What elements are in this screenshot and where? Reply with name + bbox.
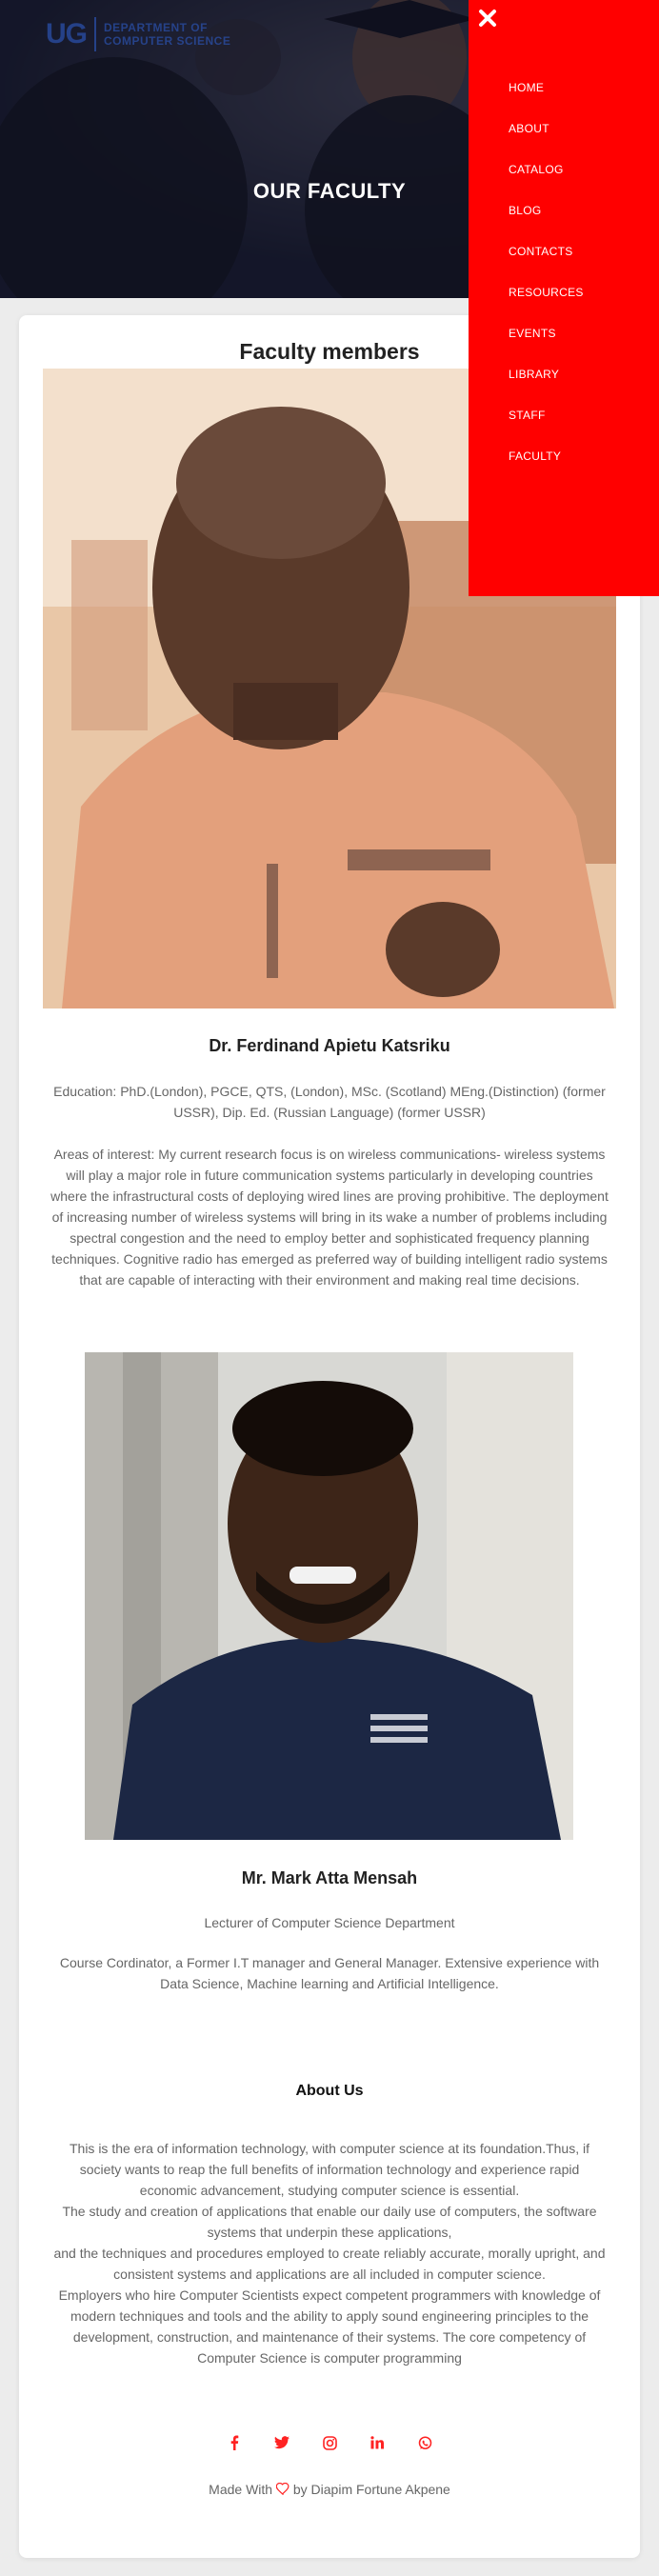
about-text: This is the era of information technolog… <box>53 2141 606 2366</box>
menu-item-library[interactable]: LIBRARY <box>509 365 584 406</box>
instagram-icon[interactable] <box>320 2433 339 2452</box>
navigation-menu: HOME ABOUT CATALOG BLOG CONTACTS RESOURC… <box>469 0 659 596</box>
credit-prefix: Made With <box>209 2482 273 2497</box>
menu-list: HOME ABOUT CATALOG BLOG CONTACTS RESOURC… <box>509 78 584 488</box>
close-icon[interactable] <box>476 8 499 30</box>
department-logo[interactable]: UG DEPARTMENT OF COMPUTER SCIENCE <box>46 17 230 51</box>
menu-item-catalog[interactable]: CATALOG <box>509 160 584 201</box>
faculty-bio-katsriku: Areas of interest: My current research f… <box>50 1147 609 1288</box>
about-title: About Us <box>295 2083 364 2099</box>
faculty-photo-mensah <box>85 1352 573 1840</box>
logo-divider <box>94 17 96 51</box>
social-links <box>0 2433 659 2452</box>
whatsapp-icon[interactable] <box>415 2433 434 2452</box>
faculty-bio-mensah: Course Cordinator, a Former I.T manager … <box>59 1955 600 1991</box>
logo-text-line2: COMPUTER SCIENCE <box>104 34 231 48</box>
credit-suffix: by Diapim Fortune Akpene <box>292 2482 450 2497</box>
logo-text-line1: DEPARTMENT OF <box>104 21 208 34</box>
menu-item-home[interactable]: HOME <box>509 78 584 119</box>
faculty-education-katsriku: Education: PhD.(London), PGCE, QTS, (Lon… <box>53 1084 606 1120</box>
heart-icon <box>275 2482 293 2497</box>
menu-item-about[interactable]: ABOUT <box>509 119 584 160</box>
logo-mark: UG <box>46 18 88 50</box>
menu-item-events[interactable]: EVENTS <box>509 324 584 365</box>
faculty-name-mensah: Mr. Mark Atta Mensah <box>241 1868 418 1887</box>
menu-item-resources[interactable]: RESOURCES <box>509 283 584 324</box>
menu-item-faculty[interactable]: FACULTY <box>509 447 584 488</box>
menu-item-blog[interactable]: BLOG <box>509 201 584 242</box>
menu-item-contacts[interactable]: CONTACTS <box>509 242 584 283</box>
facebook-icon[interactable] <box>225 2433 244 2452</box>
faculty-role-mensah: Lecturer of Computer Science Department <box>204 1915 455 1930</box>
menu-item-staff[interactable]: STAFF <box>509 406 584 447</box>
logo-text: DEPARTMENT OF COMPUTER SCIENCE <box>104 21 230 48</box>
faculty-name-katsriku: Dr. Ferdinand Apietu Katsriku <box>209 1036 450 1055</box>
twitter-icon[interactable] <box>272 2433 291 2452</box>
footer-credit: Made With by Diapim Fortune Akpene <box>0 2482 659 2497</box>
linkedin-icon[interactable] <box>368 2433 387 2452</box>
